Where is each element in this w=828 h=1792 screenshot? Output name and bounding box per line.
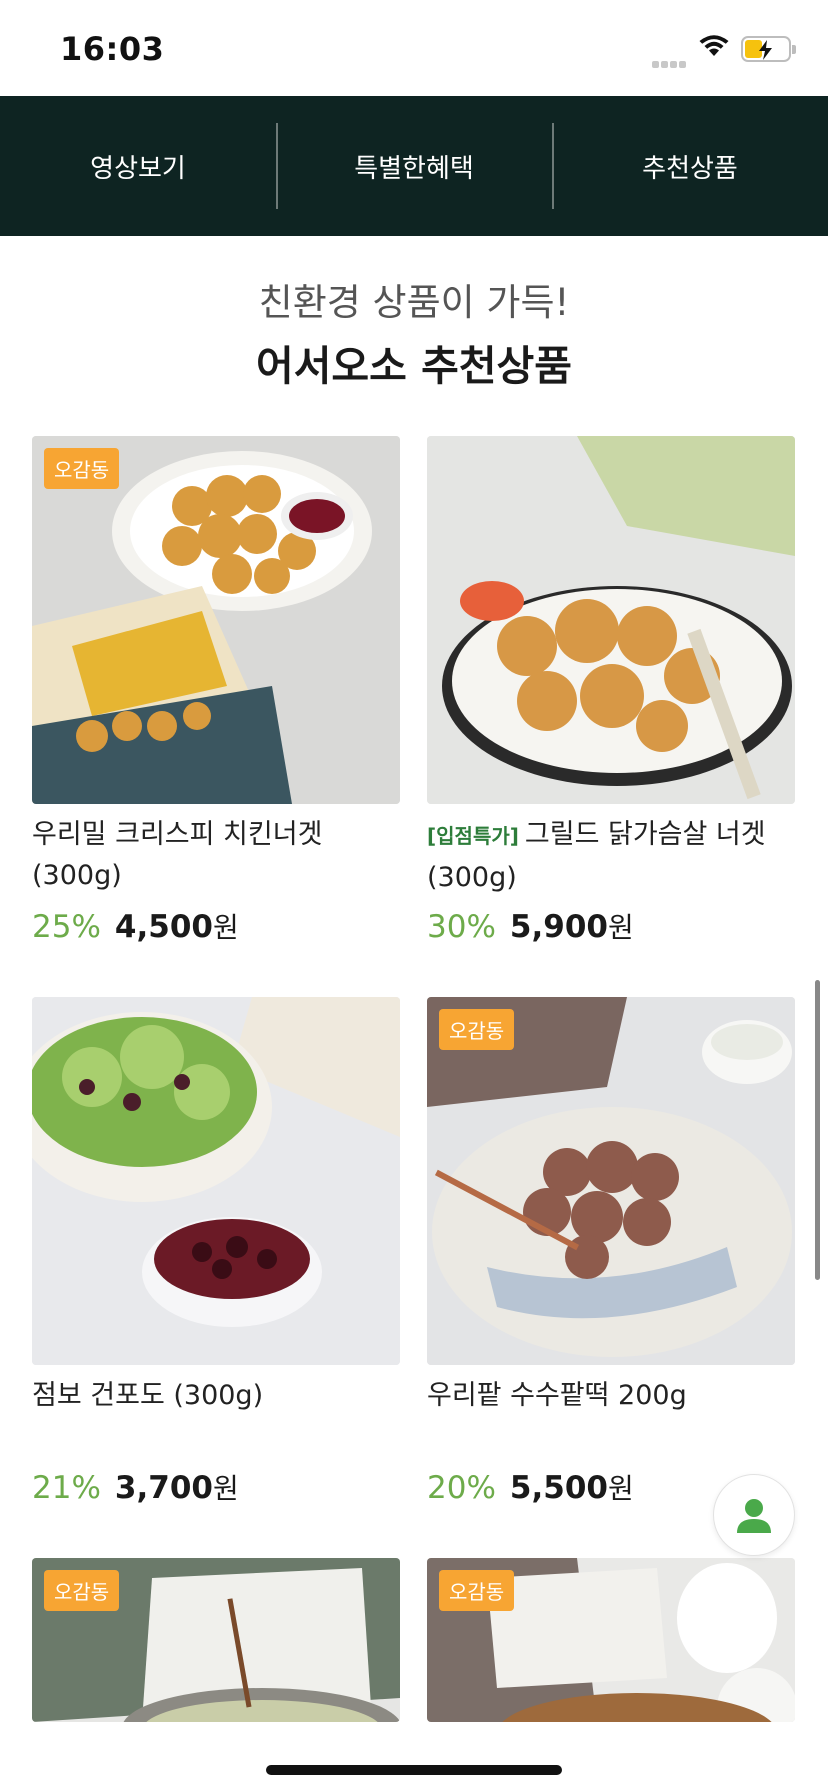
- product-card[interactable]: [입점특가] 그릴드 닭가슴살 너겟 (300g) 30% 5,900 원: [427, 436, 795, 946]
- price-row: 21% 3,700 원: [32, 1467, 400, 1507]
- status-bar: 16:03: [0, 0, 828, 96]
- price-row: 30% 5,900 원: [427, 906, 795, 946]
- product-price: 5,500: [509, 1470, 608, 1506]
- discount-rate: 21%: [32, 1470, 101, 1506]
- product-card[interactable]: 점보 건포도 (300g) 21% 3,700 원: [32, 997, 400, 1507]
- product-badge: 오감동: [44, 448, 120, 489]
- product-price: 5,900: [509, 909, 608, 945]
- profile-button[interactable]: [713, 1474, 795, 1556]
- scrollbar[interactable]: [815, 980, 820, 1280]
- product-image-partial[interactable]: 오감동: [32, 1558, 400, 1722]
- status-time: 16:03: [60, 30, 165, 68]
- product-name[interactable]: 우리팥 수수팥떡 200g: [427, 1375, 795, 1457]
- product-price: 3,700: [114, 1470, 213, 1506]
- product-card[interactable]: 오감동 우리밀 크리스피 치킨너겟 (300g) 25% 4,500 원: [32, 436, 400, 946]
- product-name[interactable]: 점보 건포도 (300g): [32, 1375, 400, 1457]
- discount-rate: 20%: [427, 1470, 496, 1506]
- tab-recommended[interactable]: 추천상품: [552, 96, 828, 236]
- product-card[interactable]: 오감동 우리팥 수수팥떡 200g 20% 5,500 원: [427, 997, 795, 1507]
- price-currency: 원: [212, 911, 239, 944]
- product-image-chicken-nuggets[interactable]: 오감동: [32, 436, 400, 804]
- discount-rate: 25%: [32, 909, 101, 945]
- tab-video[interactable]: 영상보기: [0, 96, 276, 236]
- product-image-raisins[interactable]: [32, 997, 400, 1365]
- top-nav: 영상보기 특별한혜택 추천상품: [0, 96, 828, 236]
- price-currency: 원: [607, 911, 634, 944]
- product-image-partial[interactable]: 오감동: [427, 1558, 795, 1722]
- price-row: 25% 4,500 원: [32, 906, 400, 946]
- product-price: 4,500: [114, 909, 213, 945]
- product-card[interactable]: 오감동: [32, 1558, 400, 1722]
- product-badge: 오감동: [439, 1009, 515, 1050]
- wifi-icon: [698, 34, 730, 62]
- section-title: 어서오소 추천상품: [255, 342, 573, 390]
- price-currency: 원: [607, 1472, 634, 1505]
- product-badge: 오감동: [439, 1570, 515, 1611]
- product-badge: 오감동: [44, 1570, 120, 1611]
- battery-icon: [741, 36, 796, 62]
- home-indicator[interactable]: [266, 1765, 562, 1775]
- tab-special-benefits[interactable]: 특별한혜택: [276, 96, 552, 236]
- section-subtitle: 친환경 상품이 가득!: [258, 281, 570, 324]
- product-image-grilled-chicken-nuggets[interactable]: [427, 436, 795, 804]
- cellular-signal-icon: [652, 53, 688, 72]
- product-image-red-bean-rice-cake[interactable]: 오감동: [427, 997, 795, 1365]
- product-card[interactable]: 오감동: [427, 1558, 795, 1722]
- product-name[interactable]: 우리밀 크리스피 치킨너겟 (300g): [32, 814, 400, 896]
- product-name[interactable]: [입점특가] 그릴드 닭가슴살 너겟 (300g): [427, 814, 795, 896]
- promo-label: [입점특가]: [427, 824, 519, 848]
- discount-rate: 30%: [427, 909, 496, 945]
- price-currency: 원: [212, 1472, 239, 1505]
- user-icon: [737, 1499, 771, 1533]
